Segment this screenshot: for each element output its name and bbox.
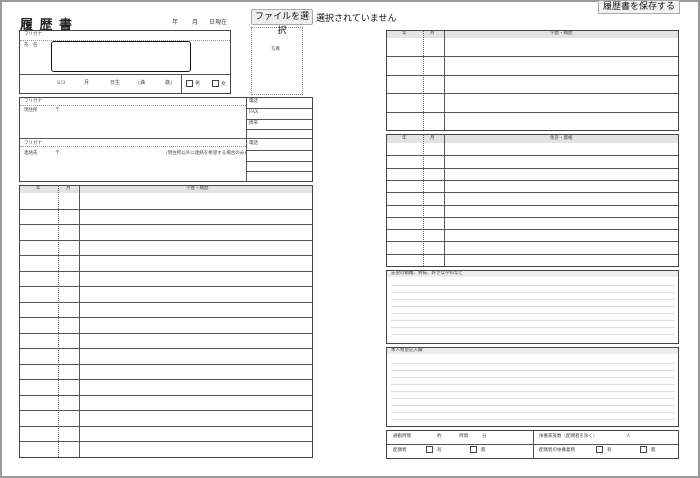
license-col-month: 月	[430, 136, 435, 141]
license-col-content: 免許・資格	[550, 136, 573, 141]
history-row[interactable]	[20, 426, 312, 442]
history-right-row[interactable]	[387, 75, 678, 93]
photo-box	[251, 27, 303, 95]
date-month-label: 月	[192, 19, 199, 26]
license-row[interactable]	[387, 254, 678, 266]
requests-label: 本人希望記入欄	[391, 348, 423, 353]
history-row[interactable]	[20, 240, 312, 256]
file-status-text: 選択されていません	[316, 14, 397, 24]
address-furigana-label: フリガナ	[24, 99, 42, 104]
date-year-label: 年	[172, 19, 179, 26]
license-row[interactable]	[387, 205, 678, 217]
contact-note: (現住所以外に連絡を希望する場合のみ)	[166, 151, 247, 156]
history-row[interactable]	[20, 317, 312, 333]
history-row[interactable]	[20, 395, 312, 411]
contact-address-label: 連絡先	[24, 151, 38, 156]
history-row[interactable]	[20, 209, 312, 225]
photo-label: 写真	[271, 47, 280, 52]
name-furigana-label: フリガナ	[24, 32, 42, 37]
motivation-textarea[interactable]	[391, 279, 675, 341]
age-close-label: 歳)	[165, 80, 172, 86]
contact-postal-mark: 〒	[55, 151, 60, 156]
history-right-row[interactable]	[387, 112, 678, 130]
name-label: 氏 名	[24, 43, 38, 48]
fax-label: FAX	[249, 110, 259, 115]
license-row[interactable]	[387, 217, 678, 229]
history-col-month: 月	[66, 186, 71, 191]
history-col-year: 年	[36, 186, 41, 191]
history-right-col-content: 学歴・職歴	[550, 31, 573, 36]
mobile-label: 携帯	[249, 121, 258, 126]
spouse-label: 配偶者	[393, 448, 407, 453]
history-right-col-year: 年	[402, 31, 407, 36]
postal-mark: 〒	[55, 108, 60, 113]
birth-day-label: 日生	[110, 80, 121, 86]
history-col-content: 学歴・職歴	[186, 186, 209, 191]
motivation-label: 志望の動機、特技、好きな学科など	[391, 271, 463, 276]
history-row[interactable]	[20, 302, 312, 318]
license-row[interactable]	[387, 155, 678, 167]
age-open-label: (満	[138, 80, 145, 86]
requests-header	[387, 348, 678, 354]
license-row[interactable]	[387, 241, 678, 253]
commute-hour-unit: 時間	[459, 434, 468, 439]
spouse-yes-label: 有	[437, 448, 442, 453]
history-row[interactable]	[20, 410, 312, 426]
save-resume-button[interactable]: 履歴書を保存する	[598, 0, 680, 14]
date-suffix-label: 日現在	[209, 19, 228, 26]
commute-about: 約	[437, 434, 442, 439]
female-label: 女	[221, 81, 227, 87]
female-checkbox[interactable]	[212, 80, 219, 87]
current-address-label: 現住所	[24, 108, 38, 113]
duty-no-checkbox[interactable]	[640, 446, 647, 453]
address-box	[19, 97, 313, 182]
license-row[interactable]	[387, 168, 678, 180]
spouse-no-checkbox[interactable]	[470, 446, 477, 453]
male-checkbox[interactable]	[186, 80, 193, 87]
duty-no-label: 無	[651, 448, 656, 453]
dependents-unit: 人	[626, 434, 631, 439]
license-row[interactable]	[387, 229, 678, 241]
commute-label: 通勤時間	[393, 434, 411, 439]
name-input[interactable]	[51, 41, 191, 72]
birth-month-label: 月	[84, 80, 90, 86]
commute-min-unit: 分	[482, 434, 487, 439]
spouse-no-label: 無	[481, 448, 486, 453]
male-label: 男	[195, 81, 201, 87]
history-row[interactable]	[20, 271, 312, 287]
license-row[interactable]	[387, 192, 678, 204]
history-table-header	[20, 186, 312, 193]
contact-phone-label: 電話	[249, 141, 258, 146]
history-row[interactable]	[20, 441, 312, 457]
history-right-col-month: 月	[430, 31, 435, 36]
history-row[interactable]	[20, 348, 312, 364]
license-row[interactable]	[387, 180, 678, 192]
duty-yes-label: 有	[607, 448, 612, 453]
history-row[interactable]	[20, 364, 312, 380]
contact-furigana-label: フリガナ	[24, 141, 42, 146]
file-select-button[interactable]: ファイルを選択	[251, 9, 313, 36]
history-row[interactable]	[20, 255, 312, 271]
history-row[interactable]	[20, 286, 312, 302]
requests-textarea[interactable]	[391, 357, 675, 424]
spouse-yes-checkbox[interactable]	[426, 446, 433, 453]
spouse-duty-label: 配偶者の扶養義務	[539, 448, 575, 453]
dependents-label: 扶養家族数（配偶者を除く）	[539, 434, 598, 439]
history-row[interactable]	[20, 193, 312, 209]
history-row[interactable]	[20, 333, 312, 349]
history-right-row[interactable]	[387, 38, 678, 56]
license-col-year: 年	[402, 136, 407, 141]
license-row[interactable]	[387, 143, 678, 155]
history-right-row[interactable]	[387, 56, 678, 74]
history-row[interactable]	[20, 224, 312, 240]
phone-label: 電話	[249, 99, 258, 104]
history-row[interactable]	[20, 379, 312, 395]
birth-era: S/3	[57, 80, 66, 86]
history-right-row[interactable]	[387, 93, 678, 111]
duty-yes-checkbox[interactable]	[596, 446, 603, 453]
